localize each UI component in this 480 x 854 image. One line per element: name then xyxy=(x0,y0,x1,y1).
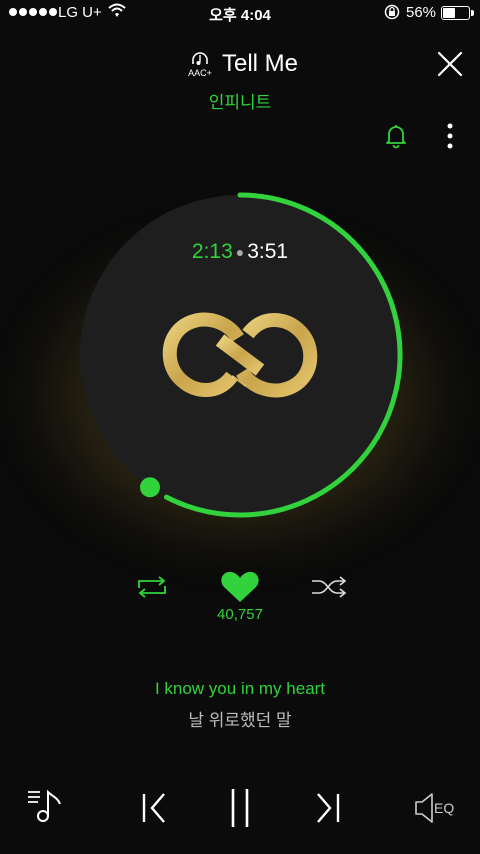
headphone-aac-icon: AAC+ xyxy=(186,52,214,78)
time-display: 2:13 ● 3:51 xyxy=(80,240,400,264)
progress-knob[interactable] xyxy=(139,477,160,498)
close-button[interactable] xyxy=(436,50,464,78)
equalizer-icon xyxy=(415,793,433,823)
battery-percent: 56% xyxy=(406,4,437,21)
album-art-logo xyxy=(160,310,320,405)
artist-name[interactable]: 인피니트 xyxy=(0,88,480,113)
codec-label: AAC+ xyxy=(188,68,212,78)
repeat-icon xyxy=(138,576,166,598)
pause-icon xyxy=(231,789,249,827)
song-title: Tell Me xyxy=(222,50,299,77)
close-icon xyxy=(437,51,463,77)
lyric-current-line[interactable]: I know you in my heart xyxy=(0,679,480,699)
next-icon xyxy=(317,793,340,823)
lyric-next-line[interactable]: 날 위로했던 말 xyxy=(0,706,480,731)
bell-button[interactable] xyxy=(384,123,408,154)
like-button[interactable] xyxy=(220,571,260,608)
equalizer-button[interactable] xyxy=(414,792,434,829)
more-options-button[interactable] xyxy=(440,122,460,155)
repeat-button[interactable] xyxy=(135,576,169,603)
previous-button[interactable] xyxy=(140,792,168,829)
like-count: 40,757 xyxy=(217,606,263,623)
pause-button[interactable] xyxy=(229,788,251,833)
elapsed-time: 2:13 xyxy=(191,240,233,263)
next-button[interactable] xyxy=(314,792,342,829)
shuffle-button[interactable] xyxy=(311,576,347,603)
bell-icon xyxy=(386,125,406,149)
shuffle-icon xyxy=(312,576,347,598)
playlist-button[interactable] xyxy=(26,788,66,831)
eq-label: EQ xyxy=(434,800,455,816)
heart-icon xyxy=(221,571,259,602)
time-separator: ● xyxy=(235,244,245,261)
total-duration: 3:51 xyxy=(247,240,289,263)
more-vertical-icon xyxy=(447,123,453,149)
previous-icon xyxy=(142,793,165,823)
battery-icon xyxy=(441,6,474,20)
playlist-icon xyxy=(28,789,61,822)
rotation-lock-icon xyxy=(384,4,400,24)
status-bar: LG U+ 오후 4:04 56% xyxy=(0,0,480,26)
